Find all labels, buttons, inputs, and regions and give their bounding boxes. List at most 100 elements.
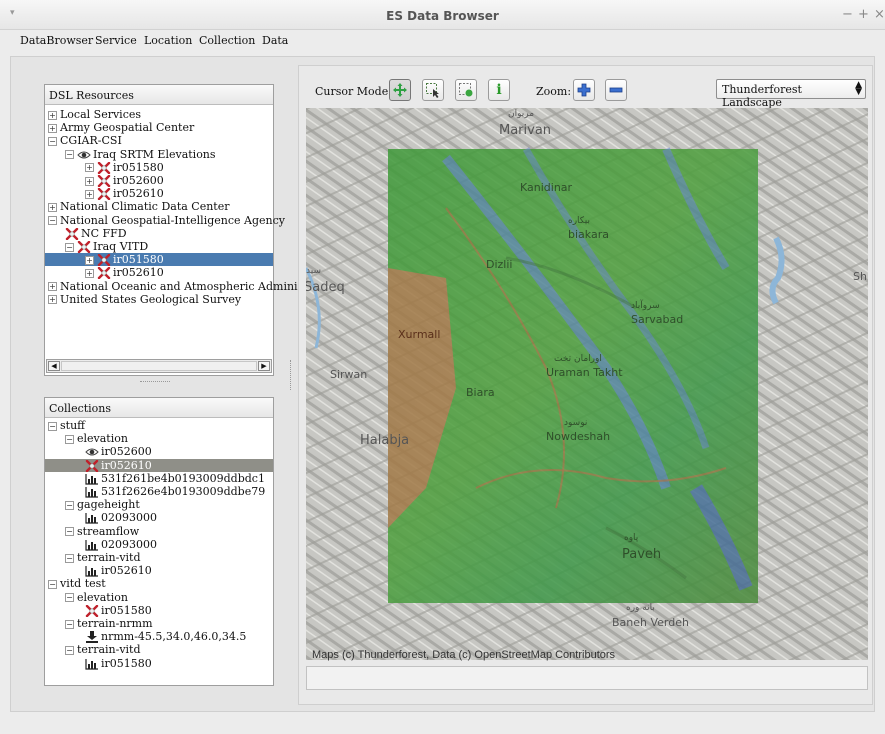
scroll-right-icon[interactable]: ▶	[258, 361, 270, 371]
tree-item-label: terrain-nrmm	[77, 617, 153, 630]
zoom-out-button[interactable]	[605, 79, 627, 101]
menu-collection[interactable]: Collection	[199, 34, 255, 47]
tree-item[interactable]: − Iraq VITD	[45, 240, 273, 254]
tree-item[interactable]: − Iraq SRTM Elevations	[45, 148, 273, 161]
close-icon[interactable]: ×	[874, 7, 885, 22]
collapse-icon[interactable]: −	[65, 619, 74, 629]
tree-item[interactable]: − elevation	[45, 591, 273, 604]
tree-item[interactable]: ir052610	[45, 564, 273, 577]
tree-item-label: 02093000	[101, 511, 157, 525]
tree-item-label: 531f2626e4b0193009ddbe79	[101, 485, 266, 498]
tree-item[interactable]: ir052600	[45, 445, 273, 458]
expand-icon[interactable]: +	[48, 110, 57, 120]
zoom-in-button[interactable]	[573, 79, 595, 101]
tree-item[interactable]: − vitd test	[45, 577, 273, 590]
maximize-icon[interactable]: +	[858, 7, 869, 22]
tree-item[interactable]: 531f261be4b0193009ddbdc1	[45, 472, 273, 485]
tree-item-label: ir051580	[113, 160, 164, 174]
tree-item[interactable]: − CGIAR-CSI	[45, 134, 273, 147]
tree-item[interactable]: + ir051580	[45, 161, 273, 174]
map-canvas[interactable]: مریوان Marivan Kanidinar بيكاره biakara …	[306, 108, 868, 660]
tree-item[interactable]: + National Climatic Data Center	[45, 200, 273, 213]
collapse-icon[interactable]: −	[48, 216, 57, 226]
scroll-left-icon[interactable]: ◀	[48, 361, 60, 371]
menu-service[interactable]: Service	[95, 34, 137, 47]
tree-item-label: ir052600	[101, 445, 152, 459]
tree-item[interactable]: + ir052610	[45, 187, 273, 201]
collapse-icon[interactable]: −	[65, 150, 74, 160]
expand-icon[interactable]: +	[48, 282, 57, 292]
tree-item[interactable]: − stuff	[45, 419, 273, 432]
collapse-icon[interactable]: −	[65, 645, 74, 655]
x-marker-icon	[85, 604, 99, 617]
tree-item[interactable]: ir052610	[45, 458, 273, 472]
menu-data[interactable]: Data	[262, 34, 288, 47]
expand-icon[interactable]: +	[85, 189, 94, 199]
chart-icon	[85, 565, 99, 577]
expand-icon[interactable]: +	[85, 268, 94, 278]
expand-icon[interactable]: +	[48, 295, 57, 305]
tree-item[interactable]: + ir052600	[45, 174, 273, 188]
tree-item[interactable]: ir051580	[45, 657, 273, 670]
dsl-resources-panel: DSL Resources + Local Services + Army Geosp…	[44, 84, 308, 376]
tree-item-label: United States Geological Survey	[60, 292, 242, 306]
tree-item[interactable]: ir051580	[45, 604, 273, 617]
expand-icon[interactable]: +	[48, 123, 57, 133]
collapse-icon[interactable]: −	[65, 500, 74, 510]
map-label: Baneh Verdeh	[612, 616, 689, 629]
tree-item[interactable]: NC FFD	[45, 227, 273, 240]
collapse-icon[interactable]: −	[48, 421, 57, 431]
tree-item[interactable]: − elevation	[45, 432, 273, 445]
tree-item[interactable]: − terrain-vitd	[45, 643, 273, 656]
expand-icon[interactable]: +	[85, 255, 94, 265]
tree-item[interactable]: − National Geospatial-Intelligence Agency	[45, 214, 285, 227]
menu-databrowser[interactable]: DataBrowser	[20, 34, 93, 47]
tree-item[interactable]: + National Oceanic and Atmospheric Admini…	[45, 280, 308, 293]
expand-icon[interactable]: +	[85, 176, 94, 186]
map-label: biakara	[568, 228, 609, 241]
tree-item[interactable]: − terrain-nrmm	[45, 617, 273, 630]
tree-item[interactable]: 02093000	[45, 538, 273, 551]
basemap-select[interactable]: Thunderforest Landscape ▲ ▼	[716, 79, 866, 109]
map-label-script: بانه وره	[626, 603, 655, 613]
map-label-script: بيكاره	[568, 216, 590, 226]
menu-location[interactable]: Location	[144, 34, 192, 47]
tree-item[interactable]: + United States Geological Survey	[45, 293, 273, 306]
info-button[interactable]: i	[488, 79, 510, 101]
collapse-icon[interactable]: −	[65, 593, 74, 603]
pan-icon	[393, 83, 407, 97]
tree-item[interactable]: 02093000	[45, 511, 273, 524]
select-point-button[interactable]	[455, 79, 477, 101]
tree-item[interactable]: − terrain-vitd	[45, 551, 273, 564]
select-region-button[interactable]	[422, 79, 444, 101]
map-view[interactable]: مریوان Marivan Kanidinar بيكاره biakara …	[306, 108, 868, 660]
tree-item[interactable]: + Local Services	[45, 108, 273, 121]
tree-item[interactable]: − streamflow	[45, 525, 273, 538]
tree-item[interactable]: + ir051580	[45, 253, 273, 267]
pan-button[interactable]	[389, 79, 411, 101]
collapse-icon[interactable]: −	[65, 434, 74, 444]
title-bar: ▾ ES Data Browser − + ×	[0, 0, 885, 30]
collapse-icon[interactable]: −	[65, 553, 74, 563]
tree-item[interactable]: − gageheight	[45, 498, 273, 511]
tree-item-label: National Geospatial-Intelligence Agency	[60, 213, 285, 227]
panel-splitter[interactable]	[140, 381, 170, 384]
dsl-horizontal-scrollbar[interactable]: ◀ ▶	[46, 359, 272, 373]
collapse-icon[interactable]: −	[65, 242, 74, 252]
tree-item-label: ir051580	[113, 253, 164, 267]
collapse-icon[interactable]: −	[48, 136, 57, 146]
collapse-icon[interactable]: −	[48, 579, 57, 589]
tree-item[interactable]: 531f2626e4b0193009ddbe79	[45, 485, 273, 498]
tree-item[interactable]: + Army Geospatial Center	[45, 121, 273, 134]
minimize-icon[interactable]: −	[842, 7, 853, 22]
tree-item-label: National Climatic Data Center	[60, 200, 230, 214]
collapse-icon[interactable]: −	[65, 527, 74, 537]
vertical-splitter[interactable]	[290, 360, 293, 390]
scroll-thumb[interactable]	[61, 361, 257, 371]
chart-icon	[85, 512, 99, 524]
tree-item[interactable]: + ir052610	[45, 266, 273, 280]
zoom-out-icon	[609, 87, 623, 93]
expand-icon[interactable]: +	[48, 202, 57, 212]
expand-icon[interactable]: +	[85, 163, 94, 173]
tree-item[interactable]: nrmm-45.5,34.0,46.0,34.5	[45, 630, 273, 644]
